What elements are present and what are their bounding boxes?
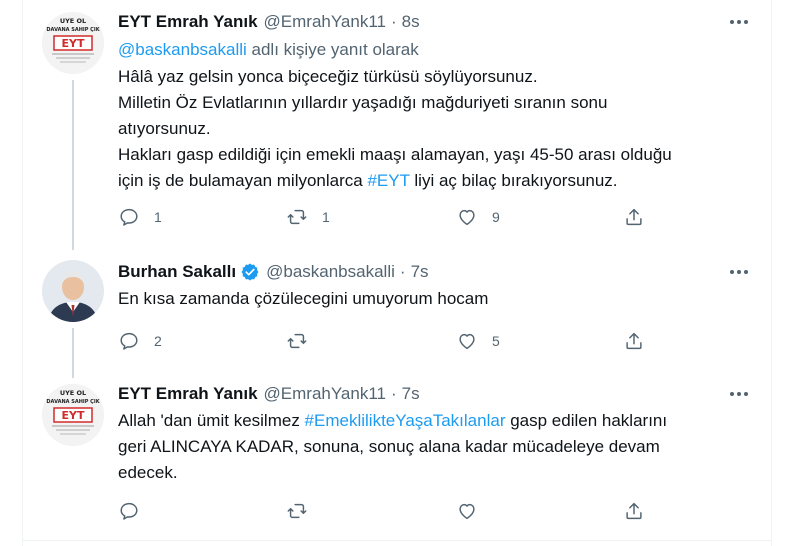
tweet-text-line: Milletin Öz Evlatlarının yıllardır yaşad… (118, 93, 608, 112)
reply-icon (120, 208, 138, 226)
tweet-3[interactable]: UYE OL DAVANA SAHIP ÇIK EYT EYT Emrah Ya… (22, 382, 772, 532)
tweet-text-line: geri ALINCAYA KADAR, sonuna, sonuç alana… (118, 437, 660, 456)
replying-to: @baskanbsakalli adlı kişiye yanıt olarak (118, 40, 419, 60)
thread-line (72, 80, 74, 250)
display-name[interactable]: EYT Emrah Yanık (118, 12, 258, 32)
tweet-text-line: Hâlâ yaz gelsin yonca biçeceğiz türküsü … (118, 67, 538, 86)
verified-badge-icon (241, 263, 259, 281)
retweet-button[interactable] (286, 500, 322, 522)
tweet-text: Allah 'dan ümit kesilmez #EmeklilikteYaş… (118, 408, 738, 486)
separator-dot: · (391, 384, 397, 403)
eyt-logo-image: UYE OL DAVANA SAHIP ÇIK EYT (42, 12, 104, 74)
like-button[interactable]: 9 (456, 206, 500, 228)
tweet-text-segment: liyi aç bilaç bırakıyorsunuz. (409, 171, 618, 190)
profile-photo (42, 260, 104, 322)
heart-icon (459, 209, 475, 226)
tweet-text-segment: Allah 'dan ümit kesilmez (118, 411, 305, 430)
reply-count: 1 (154, 209, 162, 225)
retweet-icon (287, 209, 307, 225)
divider (22, 540, 772, 541)
tweet-header: Burhan Sakallı @baskanbsakalli · 7s (118, 260, 429, 284)
svg-text:DAVANA SAHIP ÇIK: DAVANA SAHIP ÇIK (46, 27, 100, 33)
tweet-header: EYT Emrah Yanık @EmrahYank11 · 7s (118, 382, 420, 406)
tweet-text-line: edecek. (118, 463, 178, 482)
retweet-count: 1 (322, 209, 330, 225)
thread-line (72, 328, 74, 378)
tweet-actions: 2 5 (118, 330, 658, 354)
timestamp[interactable]: 7s (411, 262, 429, 282)
reply-button[interactable]: 2 (118, 330, 162, 352)
svg-text:UYE OL: UYE OL (60, 389, 86, 397)
more-icon[interactable] (728, 12, 750, 32)
reply-mention-link[interactable]: @baskanbsakalli (118, 40, 247, 59)
svg-text:EYT: EYT (62, 37, 85, 50)
tweet-text-segment: için iş de bulamayan milyonlarca (118, 171, 368, 190)
reply-to-label: adlı kişiye yanıt olarak (246, 40, 419, 59)
user-handle[interactable]: @EmrahYank11 (264, 384, 386, 404)
svg-text:UYE OL: UYE OL (60, 17, 86, 25)
hashtag-link[interactable]: #EYT (367, 171, 409, 190)
tweet-2[interactable]: Burhan Sakallı @baskanbsakalli · 7s En k… (22, 260, 772, 378)
share-button[interactable] (623, 330, 645, 352)
retweet-button[interactable]: 1 (286, 206, 330, 228)
reply-count: 2 (154, 333, 162, 349)
retweet-button[interactable] (286, 330, 322, 352)
like-count: 9 (492, 209, 500, 225)
eyt-logo-image: UYE OL DAVANA SAHIP ÇIK EYT (42, 384, 104, 446)
share-icon (626, 332, 642, 350)
avatar[interactable]: UYE OL DAVANA SAHIP ÇIK EYT (42, 12, 104, 74)
separator-dot: · (391, 12, 397, 31)
tweet-text: Hâlâ yaz gelsin yonca biçeceğiz türküsü … (118, 64, 738, 194)
retweet-icon (287, 333, 307, 349)
user-handle[interactable]: @EmrahYank11 (264, 12, 386, 32)
tweet-text-segment: gasp edilen haklarını (505, 411, 668, 430)
reply-button[interactable]: 1 (118, 206, 162, 228)
user-handle[interactable]: @baskanbsakalli (266, 262, 395, 282)
avatar[interactable] (42, 260, 104, 322)
like-count: 5 (492, 333, 500, 349)
tweet-text-line: Hakları gasp edildiği için emekli maaşı … (118, 145, 672, 164)
display-name[interactable]: EYT Emrah Yanık (118, 384, 258, 404)
reply-icon (120, 502, 138, 520)
more-icon[interactable] (728, 384, 750, 404)
tweet-text-line: En kısa zamanda çözülecegini umuyorum ho… (118, 289, 489, 308)
reply-icon (120, 332, 138, 350)
more-icon[interactable] (728, 262, 750, 282)
tweet-text-line: Allah 'dan ümit kesilmez #EmeklilikteYaş… (118, 408, 738, 434)
like-button[interactable]: 5 (456, 330, 500, 352)
heart-icon (459, 333, 475, 350)
heart-icon (459, 503, 475, 520)
retweet-icon (287, 503, 307, 519)
like-button[interactable] (456, 500, 492, 522)
display-name[interactable]: Burhan Sakallı (118, 262, 236, 282)
tweet-1[interactable]: UYE OL DAVANA SAHIP ÇIK EYT EYT Emrah Ya… (22, 10, 772, 250)
share-icon (626, 502, 642, 520)
tweet-actions (118, 500, 658, 524)
share-button[interactable] (623, 500, 645, 522)
tweet-text: En kısa zamanda çözülecegini umuyorum ho… (118, 286, 738, 312)
timestamp[interactable]: 7s (402, 384, 420, 404)
tweet-text-line: için iş de bulamayan milyonlarca #EYT li… (118, 168, 738, 194)
tweet-actions: 1 1 9 (118, 206, 658, 230)
svg-text:EYT: EYT (62, 409, 85, 422)
tweet-header: EYT Emrah Yanık @EmrahYank11 · 8s (118, 10, 420, 34)
tweet-text-line: atıyorsunuz. (118, 119, 211, 138)
share-button[interactable] (623, 206, 645, 228)
share-icon (626, 208, 642, 226)
hashtag-link[interactable]: #EmeklilikteYaşaTakılanlar (305, 411, 506, 430)
reply-button[interactable] (118, 500, 154, 522)
separator-dot: · (399, 262, 406, 281)
svg-text:DAVANA SAHIP ÇIK: DAVANA SAHIP ÇIK (46, 399, 100, 405)
timestamp[interactable]: 8s (402, 12, 420, 32)
avatar[interactable]: UYE OL DAVANA SAHIP ÇIK EYT (42, 384, 104, 446)
